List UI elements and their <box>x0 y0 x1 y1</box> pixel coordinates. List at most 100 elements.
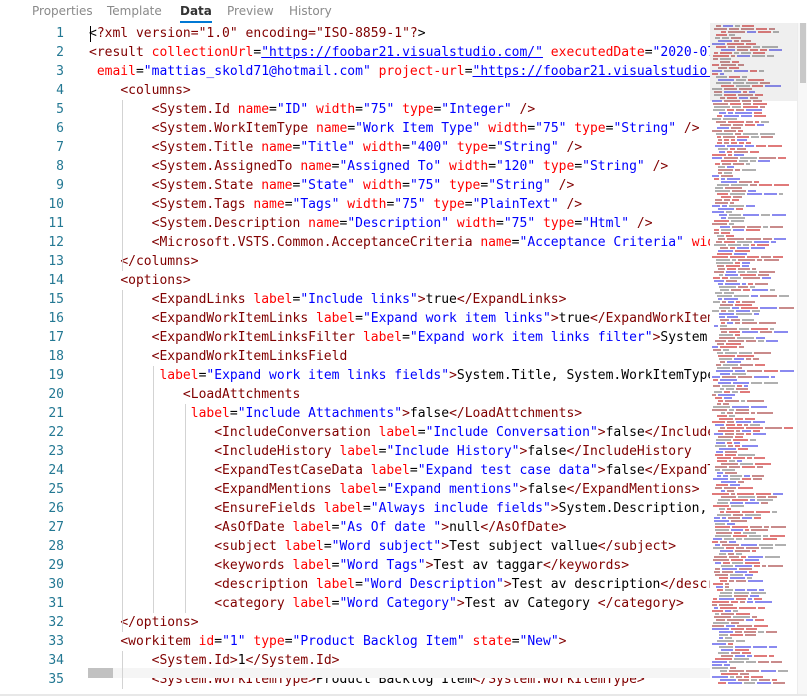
horizontal-scrollbar[interactable] <box>88 668 710 678</box>
minimap-line <box>717 343 724 345</box>
code-line[interactable]: 26 <EnsureFields label="Always include f… <box>0 499 710 518</box>
code-line[interactable]: 28 <subject label="Word subject">Test su… <box>0 537 710 556</box>
code-line[interactable]: 4 <columns> <box>0 81 710 100</box>
code-line[interactable]: 27 <AsOfDate label="As Of date ">null</A… <box>0 518 710 537</box>
xml-code-editor[interactable]: 1 <?xml version="1.0" encoding="ISO-8859-… <box>0 23 807 696</box>
minimap-line <box>720 511 724 513</box>
code-line[interactable]: 6 <System.WorkItemType name="Work Item T… <box>0 119 710 138</box>
code-line[interactable]: 31 <category label="Word Category">Test … <box>0 594 710 613</box>
code-line[interactable]: 11 <System.Description name = "Description… <box>0 214 710 233</box>
code-line[interactable]: 15 <ExpandLinks label="Include links">tr… <box>0 290 710 309</box>
vertical-scrollbar[interactable] <box>797 23 807 696</box>
code-token: /> <box>558 140 583 155</box>
tab-data[interactable]: Data <box>180 4 212 23</box>
minimap-line <box>766 631 777 633</box>
code-line[interactable]: 24 <ExpandTestCaseData label="Expand tes… <box>0 461 710 480</box>
code-text: <System.AssignedTo name = "Assigned To" wi… <box>89 157 710 176</box>
minimap-line <box>739 328 749 330</box>
code-line[interactable]: 7 <System.Title name="Title" width="400"… <box>0 138 710 157</box>
code-text: <IncludeHistory label="Include History">… <box>89 442 710 461</box>
code-token: label <box>308 311 356 326</box>
minimap-line <box>714 517 720 519</box>
code-line[interactable]: 2 <result collectionUrl = "https://foobar21… <box>0 43 710 62</box>
minimap-line <box>723 475 728 477</box>
line-number: 27 <box>48 520 64 535</box>
code-line[interactable]: 10 <System.Tags name="Tags" width="75" t… <box>0 195 710 214</box>
indent-guide <box>122 100 123 271</box>
horizontal-scrollbar-thumb[interactable] <box>88 668 113 678</box>
minimap-line <box>744 631 756 633</box>
minimap-line <box>771 526 786 528</box>
minimap-line <box>724 172 732 174</box>
vertical-scrollbar-thumb[interactable] <box>800 23 806 83</box>
code-line[interactable]: 3 email="mattias_skold71@hotmail.com" pr… <box>0 62 710 81</box>
minimap-line <box>732 367 742 369</box>
code-line[interactable]: 13 </columns> <box>0 252 710 271</box>
minimap-line <box>727 442 732 444</box>
minimap-line <box>721 232 730 234</box>
code-token: false <box>527 444 567 459</box>
minimap-line <box>759 589 764 591</box>
minimap-line <box>758 274 769 276</box>
minimap-line <box>719 112 726 114</box>
minimap-line <box>714 325 718 327</box>
minimap-line <box>765 556 780 558</box>
line-number: 3 <box>56 64 64 79</box>
code-line[interactable]: 23 <IncludeHistory label="Include Histor… <box>0 442 710 461</box>
minimap-line <box>721 331 727 333</box>
minimap-line <box>734 151 748 153</box>
code-line[interactable]: 17 <ExpandWorkItemLinksFilter label="Exp… <box>0 328 710 347</box>
minimap-line <box>725 451 737 453</box>
code-line[interactable]: 8 <System.AssignedTo name = "Assigned To" … <box>0 157 710 176</box>
minimap-line <box>727 490 734 492</box>
code-token: </IncludeHistory <box>566 444 692 459</box>
code-token: "Include History" <box>386 444 520 459</box>
minimap-line <box>721 229 731 231</box>
code-line[interactable]: 20 <LoadAttchments <box>0 385 710 404</box>
minimap-line <box>715 568 720 570</box>
code-line[interactable]: 22 <IncludeConversation label="Include C… <box>0 423 710 442</box>
code-line[interactable]: 32 </options> <box>0 613 710 632</box>
minimap-line <box>718 652 729 654</box>
tab-preview[interactable]: Preview <box>227 4 274 23</box>
minimap-line <box>738 454 755 456</box>
code-token: width <box>480 121 528 136</box>
line-number: 29 <box>48 558 64 573</box>
code-line[interactable]: 1 <?xml version="1.0" encoding="ISO-8859-… <box>0 24 710 43</box>
code-line[interactable]: 14 <options> <box>0 271 710 290</box>
minimap-line <box>738 130 743 132</box>
minimap-slider[interactable] <box>710 23 797 101</box>
minimap[interactable] <box>710 23 797 696</box>
code-token: name <box>308 121 348 136</box>
tab-properties[interactable]: Properties <box>32 4 93 23</box>
minimap-line <box>715 187 723 189</box>
minimap-line <box>731 601 738 603</box>
code-line[interactable]: 25 <ExpandMentions label="Expand mention… <box>0 480 710 499</box>
code-line[interactable]: 12 <Microsoft.VSTS.Common.AcceptanceCrit… <box>0 233 710 252</box>
code-token: label <box>362 463 410 478</box>
minimap-line <box>726 343 741 345</box>
code-line[interactable]: 16 <ExpandWorkItemLinks label="Expand wo… <box>0 309 710 328</box>
line-number: 16 <box>48 311 64 326</box>
code-line[interactable]: 9 <System.State name="State" width="75" … <box>0 176 710 195</box>
code-line[interactable]: 21 label="Include Attachments">false</Lo… <box>0 404 710 423</box>
minimap-line <box>732 562 743 564</box>
minimap-line <box>747 400 764 402</box>
tab-template[interactable]: Template <box>107 4 162 23</box>
code-line[interactable]: 33 <workitem id="1" type="Product Backlo… <box>0 632 710 651</box>
code-line[interactable]: 18 <ExpandWorkItemLinksField <box>0 347 710 366</box>
code-token: "75" <box>362 102 395 117</box>
minimap-line <box>728 244 741 246</box>
code-line[interactable]: 5 <System.Id name="ID" width="75" type="… <box>0 100 710 119</box>
code-line[interactable]: 30 <description label="Word Description"… <box>0 575 710 594</box>
minimap-line <box>760 331 772 333</box>
minimap-line <box>751 382 762 384</box>
line-number: 34 <box>48 653 64 668</box>
code-line[interactable]: 19 label="Expand work item links fields"… <box>0 366 710 385</box>
tab-history[interactable]: History <box>289 4 332 23</box>
code-line[interactable]: 29 <keywords label="Word Tags">Test av t… <box>0 556 710 575</box>
code-text: <subject label="Word subject">Test subje… <box>89 537 710 556</box>
